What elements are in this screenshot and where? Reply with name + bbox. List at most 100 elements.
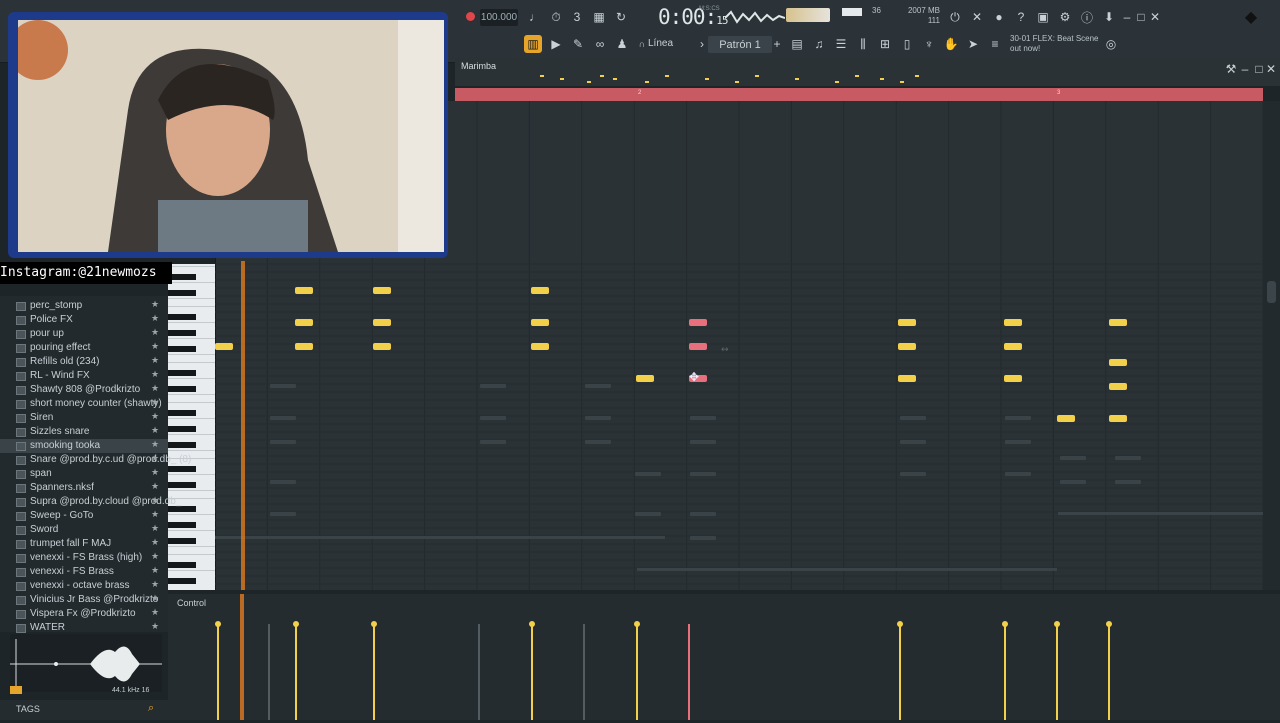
browser-icon[interactable]: ⊞ — [876, 35, 894, 53]
black-key[interactable] — [168, 466, 196, 472]
star-icon[interactable]: ★ — [151, 495, 159, 506]
black-key[interactable] — [168, 386, 196, 392]
globe-icon[interactable]: ◎ — [1102, 35, 1120, 53]
note[interactable] — [373, 343, 391, 350]
stamp-icon[interactable]: ♟ — [613, 35, 631, 53]
note[interactable] — [1057, 415, 1075, 422]
browser-item[interactable]: short money counter (shawty) ★ — [0, 397, 168, 411]
browser-item[interactable]: Snare @prod.by.c.ud @prod.db_ (8) ★ — [0, 453, 191, 467]
velocity-handle[interactable] — [1054, 621, 1060, 627]
browser-item[interactable]: trumpet fall F MAJ ★ — [0, 537, 168, 551]
play-sample-icon[interactable] — [10, 686, 22, 694]
star-icon[interactable]: ★ — [151, 523, 159, 534]
wait-input-icon[interactable]: ⏱ — [547, 8, 565, 26]
record-button[interactable] — [466, 12, 475, 21]
note[interactable] — [1004, 319, 1022, 326]
star-icon[interactable]: ★ — [151, 509, 159, 520]
star-icon[interactable]: ★ — [151, 439, 159, 450]
note[interactable] — [295, 287, 313, 294]
control-lane[interactable] — [168, 594, 1280, 720]
star-icon[interactable]: ★ — [151, 467, 159, 478]
black-key[interactable] — [168, 410, 196, 416]
browser-item[interactable]: Vinicius Jr Bass @Prodkrizto ★ — [0, 593, 168, 607]
velocity-handle[interactable] — [1106, 621, 1112, 627]
browser-item[interactable]: perc_stomp ★ — [0, 299, 168, 313]
note[interactable] — [531, 287, 549, 294]
star-icon[interactable]: ★ — [151, 397, 159, 408]
browser-item[interactable]: venexxi - octave brass ★ — [0, 579, 168, 593]
note[interactable] — [1004, 343, 1022, 350]
pattern-selector[interactable]: Patrón 1 — [708, 36, 772, 53]
star-icon[interactable]: ★ — [151, 327, 159, 338]
browser-item[interactable]: WATER ★ — [0, 621, 168, 635]
note[interactable] — [295, 343, 313, 350]
browser-item[interactable]: Shawty 808 @Prodkrizto ★ — [0, 383, 168, 397]
browser-item[interactable]: span ★ — [0, 467, 168, 481]
star-icon[interactable]: ★ — [151, 537, 159, 548]
black-key[interactable] — [168, 578, 196, 584]
browser-item[interactable]: venexxi - FS Brass ★ — [0, 565, 168, 579]
star-icon[interactable]: ★ — [151, 411, 159, 422]
browser-item[interactable]: Vispera Fx @Prodkrizto ★ — [0, 607, 168, 621]
metronome-icon[interactable]: ♩ — [526, 8, 544, 26]
black-key[interactable] — [168, 370, 196, 376]
pr-close-icon[interactable]: ✕ — [1262, 60, 1280, 78]
note[interactable] — [1109, 319, 1127, 326]
browser-item[interactable]: Police FX ★ — [0, 313, 168, 327]
note[interactable] — [1004, 375, 1022, 382]
velocity-handle[interactable] — [529, 621, 535, 627]
star-icon[interactable]: ★ — [151, 481, 159, 492]
star-icon[interactable]: ★ — [151, 313, 159, 324]
note[interactable] — [531, 319, 549, 326]
touch-icon[interactable]: ✋ — [942, 35, 960, 53]
control-label[interactable]: Control — [177, 598, 206, 608]
snap-mode-label[interactable]: Línea — [648, 38, 673, 49]
note[interactable] — [531, 343, 549, 350]
playlist-icon[interactable]: ▤ — [788, 35, 806, 53]
black-key[interactable] — [168, 274, 196, 280]
save-icon[interactable]: ▣ — [1034, 8, 1052, 26]
black-key[interactable] — [168, 346, 196, 352]
star-icon[interactable]: ★ — [151, 299, 159, 310]
note[interactable] — [373, 287, 391, 294]
star-icon[interactable]: ★ — [151, 565, 159, 576]
note[interactable] — [1109, 415, 1127, 422]
velocity-handle[interactable] — [215, 621, 221, 627]
menu-icon[interactable]: ≡ — [986, 35, 1004, 53]
note[interactable] — [898, 343, 916, 350]
browser-item[interactable]: venexxi - FS Brass (high) ★ — [0, 551, 168, 565]
black-key[interactable] — [168, 426, 196, 432]
tempo-display[interactable]: 100.000 — [480, 9, 518, 26]
star-icon[interactable]: ★ — [151, 355, 159, 366]
velocity-handle[interactable] — [897, 621, 903, 627]
star-icon[interactable]: ★ — [151, 621, 159, 632]
power-icon[interactable]: ⏻ — [946, 8, 964, 26]
browser-item[interactable]: Siren ★ — [0, 411, 168, 425]
playhead[interactable] — [241, 261, 245, 590]
note[interactable] — [373, 319, 391, 326]
velocity-handle[interactable] — [634, 621, 640, 627]
star-icon[interactable]: ★ — [151, 593, 159, 604]
piano-roll-title[interactable]: Marimba — [461, 61, 496, 71]
black-key[interactable] — [168, 330, 196, 336]
browser-item[interactable]: Sizzles snare ★ — [0, 425, 168, 439]
time-ruler[interactable]: 2 3 — [455, 88, 1263, 101]
sample-waveform[interactable]: 44.1 kHz 16 — [10, 634, 162, 694]
star-icon[interactable]: ★ — [151, 607, 159, 618]
play-arrow-icon[interactable]: ▶ — [547, 35, 565, 53]
help-icon[interactable]: ? — [1012, 8, 1030, 26]
browser-item[interactable]: Spanners.nksf ★ — [0, 481, 168, 495]
plug-icon[interactable]: ♆ — [920, 35, 938, 53]
send-icon[interactable]: ➤ — [964, 35, 982, 53]
velocity-bars[interactable] — [168, 594, 1280, 720]
piano-roll-icon[interactable]: ♫ — [810, 35, 828, 53]
star-icon[interactable]: ★ — [151, 383, 159, 394]
black-key[interactable] — [168, 482, 196, 488]
search-icon[interactable]: ⌕ — [148, 702, 154, 715]
news-ticker[interactable]: 30-01 FLEX: Beat Scene out now! — [1010, 34, 1099, 54]
close-icon[interactable]: ✕ — [1146, 8, 1164, 26]
countdown-icon[interactable]: 3 — [568, 8, 586, 26]
channel-rack-icon[interactable]: ☰ — [832, 35, 850, 53]
black-key[interactable] — [168, 538, 196, 544]
star-icon[interactable]: ★ — [151, 551, 159, 562]
